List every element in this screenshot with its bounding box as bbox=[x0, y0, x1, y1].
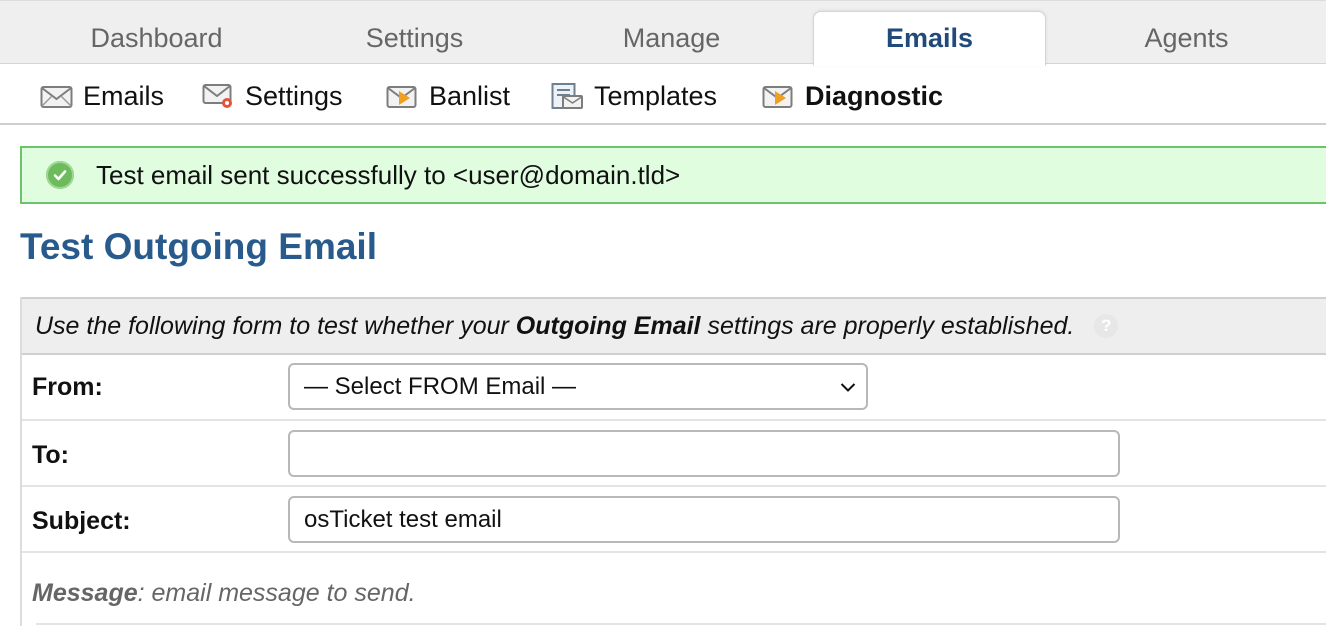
divider bbox=[36, 623, 1326, 625]
tab-settings[interactable]: Settings bbox=[298, 11, 531, 66]
tab-emails[interactable]: Emails bbox=[813, 11, 1046, 66]
subnav-item-emails[interactable]: Emails bbox=[40, 76, 164, 116]
to-label: To: bbox=[32, 441, 70, 469]
success-notice: Test email sent successfully to <user@do… bbox=[20, 146, 1326, 204]
tab-agents[interactable]: Agents bbox=[1070, 11, 1303, 66]
subnav-item-banlist[interactable]: Banlist bbox=[386, 76, 510, 116]
check-circle-icon bbox=[46, 161, 74, 189]
from-selected-value: — Select FROM Email — bbox=[304, 372, 577, 400]
subnav-item-templates[interactable]: Templates bbox=[551, 76, 717, 116]
diagnostic-icon bbox=[762, 82, 795, 110]
top-navigation: Dashboard Settings Manage Emails Agents bbox=[0, 0, 1326, 66]
subnav-item-settings[interactable]: Settings bbox=[202, 76, 343, 116]
page-title: Test Outgoing Email bbox=[20, 226, 377, 267]
subnav-item-label: Settings bbox=[245, 80, 343, 111]
subject-field[interactable]: osTicket test email bbox=[288, 496, 1120, 543]
chevron-down-icon bbox=[840, 376, 856, 397]
banlist-icon bbox=[386, 82, 419, 110]
form-description-text: Use the following form to test whether y… bbox=[35, 311, 1075, 340]
tab-manage[interactable]: Manage bbox=[555, 11, 788, 66]
envelope-icon bbox=[40, 82, 73, 110]
subject-label: Subject: bbox=[32, 507, 131, 535]
email-settings-icon bbox=[202, 82, 235, 110]
test-email-form: Use the following form to test whether y… bbox=[20, 297, 1326, 626]
subnav-item-diagnostic[interactable]: Diagnostic bbox=[762, 76, 943, 116]
subnav-item-label: Diagnostic bbox=[805, 80, 944, 111]
subject-row: Subject: osTicket test email bbox=[22, 487, 1326, 553]
help-icon[interactable]: ? bbox=[1094, 314, 1119, 338]
from-label: From: bbox=[32, 373, 103, 401]
form-description: Use the following form to test whether y… bbox=[22, 297, 1326, 355]
subnav-item-label: Emails bbox=[83, 80, 165, 111]
to-email-field[interactable] bbox=[288, 430, 1120, 477]
subnav-item-label: Banlist bbox=[429, 80, 511, 111]
templates-icon bbox=[551, 82, 584, 110]
subnav-item-label: Templates bbox=[594, 80, 718, 111]
sub-navigation: Emails Settings Banlist Templates Diagno… bbox=[0, 64, 1326, 125]
from-row: From: — Select FROM Email — bbox=[22, 355, 1326, 421]
from-email-select[interactable]: — Select FROM Email — bbox=[288, 363, 868, 410]
tab-dashboard[interactable]: Dashboard bbox=[40, 11, 273, 66]
message-hint: Message: email message to send. bbox=[32, 579, 416, 607]
to-row: To: bbox=[22, 421, 1326, 487]
subject-value: osTicket test email bbox=[304, 505, 502, 533]
notice-message: Test email sent successfully to <user@do… bbox=[96, 159, 681, 190]
